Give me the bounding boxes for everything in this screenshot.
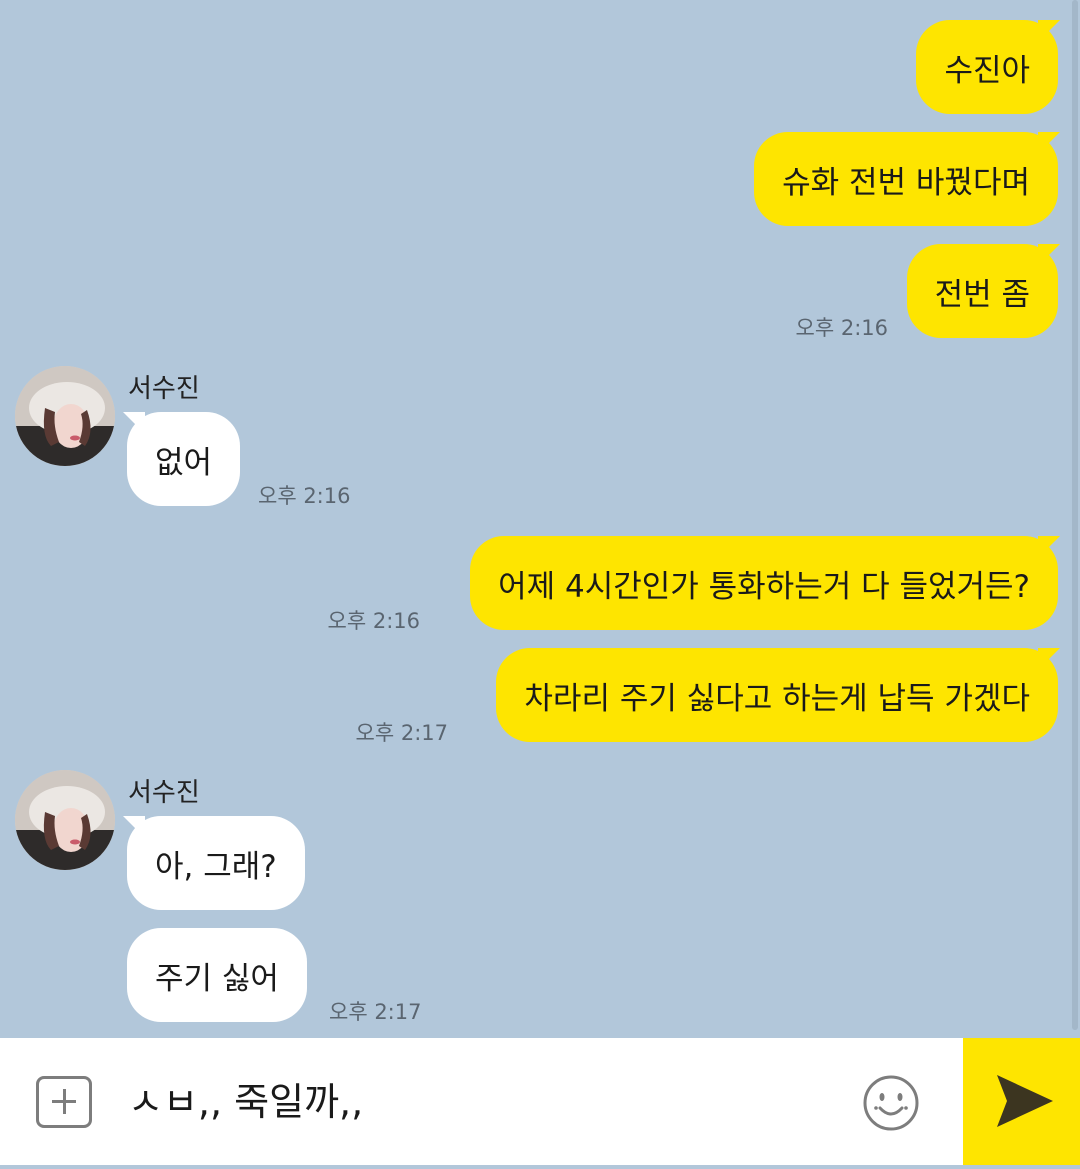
message-timestamp: 오후 2:16 bbox=[327, 609, 420, 633]
sender-name: 서수진 bbox=[128, 374, 200, 404]
scrollbar[interactable] bbox=[1072, 0, 1078, 1030]
message-text: 수진아 bbox=[944, 52, 1030, 89]
my-message-bubble[interactable]: 어제 4시간인가 통화하는거 다 들었거든? bbox=[470, 536, 1058, 630]
bubble-tail bbox=[123, 816, 145, 838]
my-message-bubble[interactable]: 차라리 주기 싫다고 하는게 납득 가겠다 bbox=[496, 648, 1058, 742]
message-text: 어제 4시간인가 통화하는거 다 들었거든? bbox=[498, 568, 1030, 605]
bubble-tail bbox=[1038, 20, 1060, 42]
plus-square-icon[interactable] bbox=[36, 1076, 92, 1128]
profile-avatar[interactable] bbox=[15, 770, 115, 870]
message-text: 없어 bbox=[155, 444, 213, 481]
their-message-bubble[interactable]: 아, 그래? bbox=[127, 816, 305, 910]
message-text: 차라리 주기 싫다고 하는게 납득 가겠다 bbox=[524, 680, 1030, 717]
chat-area[interactable]: 수진아 슈화 전번 바꿨다며 전번 좀 오후 2:16 서수진 없어 오후 2:… bbox=[0, 0, 1080, 1038]
send-arrow-icon bbox=[997, 1075, 1053, 1127]
avatar-image bbox=[15, 366, 115, 466]
message-text: 아, 그래? bbox=[155, 848, 277, 885]
profile-avatar[interactable] bbox=[15, 366, 115, 466]
bubble-tail bbox=[1038, 244, 1060, 266]
sender-name: 서수진 bbox=[128, 778, 200, 808]
send-button[interactable] bbox=[963, 1038, 1080, 1165]
my-message-bubble[interactable]: 수진아 bbox=[916, 20, 1058, 114]
message-timestamp: 오후 2:16 bbox=[795, 316, 888, 340]
bubble-tail bbox=[1038, 536, 1060, 558]
message-timestamp: 오후 2:17 bbox=[329, 1000, 422, 1024]
bubble-tail bbox=[123, 412, 145, 434]
message-text: 주기 싫어 bbox=[155, 960, 279, 997]
message-input[interactable]: ㅅㅂ,, 죽일까,, bbox=[128, 1072, 828, 1132]
my-message-bubble[interactable]: 전번 좀 bbox=[906, 244, 1058, 338]
bubble-tail bbox=[1038, 132, 1060, 154]
their-message-bubble[interactable]: 주기 싫어 bbox=[127, 928, 307, 1022]
message-text: 슈화 전번 바꿨다며 bbox=[782, 164, 1030, 201]
bubble-tail bbox=[1038, 648, 1060, 670]
avatar-image bbox=[15, 770, 115, 870]
message-timestamp: 오후 2:16 bbox=[258, 484, 351, 508]
message-text: 전번 좀 bbox=[934, 276, 1030, 313]
my-message-bubble[interactable]: 슈화 전번 바꿨다며 bbox=[754, 132, 1058, 226]
smiley-icon[interactable] bbox=[862, 1074, 920, 1132]
message-timestamp: 오후 2:17 bbox=[355, 721, 448, 745]
